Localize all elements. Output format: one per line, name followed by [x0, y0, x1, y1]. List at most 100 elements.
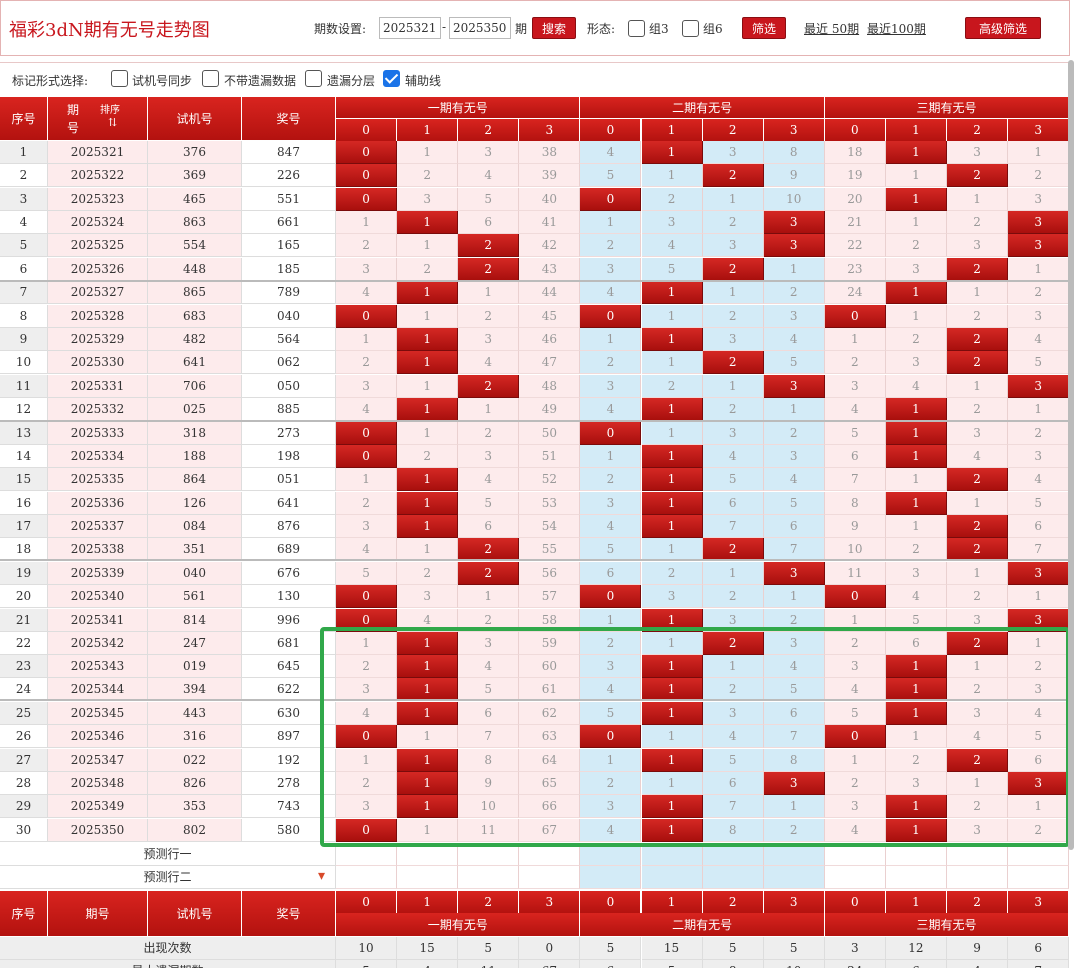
- omission-cell: 10: [458, 795, 520, 818]
- recent-50-link[interactable]: 最近 50期: [804, 20, 859, 37]
- advanced-filter-button[interactable]: 高级筛选: [965, 17, 1041, 39]
- omission-cell: 24: [824, 281, 886, 304]
- omission-cell: 1: [641, 422, 703, 445]
- omission-cell: 2: [702, 305, 764, 328]
- no-omission-checkbox[interactable]: [202, 70, 219, 87]
- predict-cell: [885, 843, 947, 866]
- stat-label: 最大遗漏期数: [0, 960, 336, 968]
- omission-cell: 6: [1008, 515, 1070, 538]
- omission-cell: 3: [580, 655, 642, 678]
- omission-cell: 2: [763, 281, 825, 304]
- num-header-1-2: 2: [458, 119, 520, 141]
- omission-cell: 52: [519, 468, 581, 491]
- omission-cell: 3: [641, 585, 703, 608]
- stat-value: 15: [397, 937, 459, 960]
- omission-cell: 7: [702, 795, 764, 818]
- omission-cell: 1: [458, 585, 520, 608]
- omission-cell: 61: [519, 678, 581, 701]
- omission-cell: 7: [1008, 538, 1070, 561]
- filter-button[interactable]: 筛选: [742, 17, 786, 39]
- row-prize: 185: [242, 258, 336, 281]
- row-period: 2025337: [48, 515, 148, 538]
- scrollbar[interactable]: [1068, 60, 1074, 850]
- down-arrow-icon[interactable]: ▾: [318, 868, 325, 884]
- omission-cell: 2: [763, 609, 825, 632]
- omission-cell: 11: [458, 819, 520, 842]
- omission-cell: 2: [336, 351, 398, 374]
- omission-cell: 3: [458, 632, 520, 655]
- omission-cell: 67: [519, 819, 581, 842]
- row-prize: 192: [242, 749, 336, 772]
- omission-cell: 1: [641, 351, 703, 374]
- hit-cell: 2: [702, 632, 764, 655]
- stat-value: 11: [458, 960, 520, 968]
- guide-line-checkbox[interactable]: [383, 70, 400, 87]
- row-prize: 789: [242, 281, 336, 304]
- row-trial: 394: [148, 678, 242, 701]
- omission-cell: 2: [1008, 655, 1070, 678]
- end-period-input[interactable]: 2025350: [449, 17, 511, 39]
- trial-sync-checkbox[interactable]: [111, 70, 128, 87]
- footer-group-1: 一期有无号: [336, 913, 581, 937]
- row-trial: 351: [148, 538, 242, 561]
- hit-cell: 1: [397, 281, 459, 304]
- omission-cell: 60: [519, 655, 581, 678]
- recent-100-link[interactable]: 最近100期: [867, 20, 926, 37]
- stat-value: 4: [947, 960, 1009, 968]
- omission-layer-checkbox[interactable]: [305, 70, 322, 87]
- omission-cell: 3: [1008, 305, 1070, 328]
- search-button[interactable]: 搜索: [532, 17, 576, 39]
- omission-cell: 2: [641, 188, 703, 211]
- hit-cell: 2: [458, 538, 520, 561]
- row-seq: 29: [0, 795, 48, 818]
- row-seq: 1: [0, 141, 48, 164]
- row-group-divider: [0, 420, 1070, 422]
- group6-checkbox[interactable]: [682, 20, 699, 37]
- row-period: 2025326: [48, 258, 148, 281]
- hit-cell: 2: [458, 375, 520, 398]
- row-seq: 21: [0, 609, 48, 632]
- omission-cell: 2: [885, 234, 947, 257]
- hit-cell: 1: [397, 398, 459, 421]
- group3-label: 组3: [649, 22, 669, 36]
- footer-num-2-2: 2: [702, 891, 764, 913]
- omission-cell: 9: [458, 772, 520, 795]
- hit-cell: 1: [641, 445, 703, 468]
- row-trial: 019: [148, 655, 242, 678]
- group3-checkbox[interactable]: [628, 20, 645, 37]
- row-prize: 226: [242, 164, 336, 187]
- omission-cell: 59: [519, 632, 581, 655]
- col-period-header: 期号 排序 ⇅: [48, 97, 148, 141]
- omission-cell: 1: [947, 772, 1009, 795]
- omission-cell: 3: [885, 562, 947, 585]
- footer-num-2-1: 1: [641, 891, 703, 913]
- stat-value: 8: [702, 960, 764, 968]
- sort-arrows-icon[interactable]: ⇅: [108, 117, 117, 129]
- omission-cell: 4: [580, 281, 642, 304]
- row-period: 2025350: [48, 819, 148, 842]
- start-period-input[interactable]: 2025321: [379, 17, 441, 39]
- omission-cell: 4: [1008, 468, 1070, 491]
- hit-cell: 0: [336, 188, 398, 211]
- omission-cell: 51: [519, 445, 581, 468]
- hit-cell: 1: [641, 795, 703, 818]
- hit-cell: 0: [336, 725, 398, 748]
- omission-cell: 54: [519, 515, 581, 538]
- hit-cell: 0: [336, 585, 398, 608]
- row-period: 2025331: [48, 375, 148, 398]
- omission-cell: 1: [947, 562, 1009, 585]
- omission-cell: 2: [1008, 164, 1070, 187]
- omission-cell: 2: [947, 678, 1009, 701]
- predict-cell: [641, 866, 703, 889]
- hit-cell: 2: [947, 328, 1009, 351]
- omission-cell: 3: [336, 375, 398, 398]
- group-header-2: 二期有无号: [580, 97, 825, 119]
- omission-cell: 2: [885, 749, 947, 772]
- omission-cell: 5: [336, 562, 398, 585]
- omission-cell: 8: [824, 492, 886, 515]
- omission-cell: 4: [336, 281, 398, 304]
- omission-cell: 6: [458, 515, 520, 538]
- predict-cell: [824, 866, 886, 889]
- row-prize: 661: [242, 211, 336, 234]
- omission-cell: 55: [519, 538, 581, 561]
